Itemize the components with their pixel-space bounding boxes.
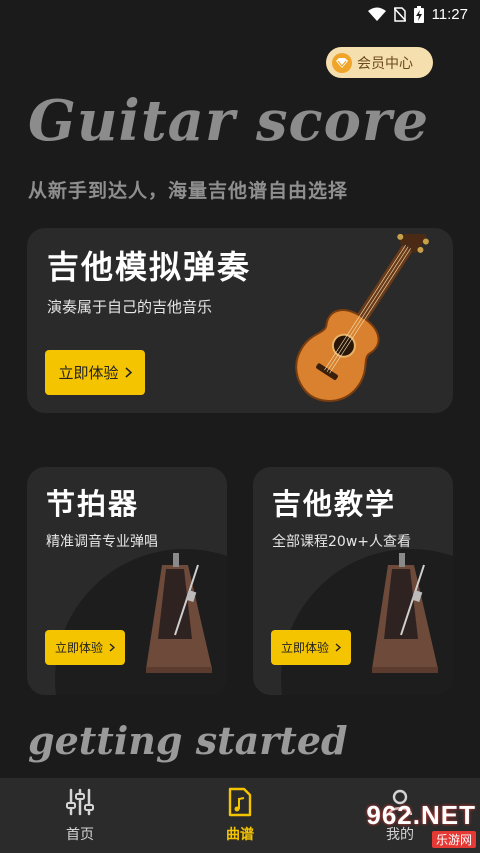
try-now-label: 立即体验 xyxy=(58,364,119,382)
status-bar: 11:27 xyxy=(0,0,480,28)
battery-charging-icon xyxy=(413,5,424,23)
sliders-icon xyxy=(65,787,95,821)
guitar-teaching-card[interactable]: 吉他教学 全部课程20w+人查看 立即体验 xyxy=(253,467,453,695)
watermark-sub: 乐游网 xyxy=(431,831,476,848)
tab-scores-label: 曲谱 xyxy=(226,827,254,843)
card-title: 吉他教学 xyxy=(272,487,397,521)
try-now-button[interactable]: 立即体验 xyxy=(45,350,145,395)
try-now-button[interactable]: 立即体验 xyxy=(271,630,351,665)
chevron-right-icon xyxy=(109,641,116,655)
try-now-label: 立即体验 xyxy=(54,641,103,655)
status-time: 11:27 xyxy=(431,5,468,23)
metronome-illustration xyxy=(146,553,212,673)
try-now-button[interactable]: 立即体验 xyxy=(45,630,125,665)
card-title: 节拍器 xyxy=(46,487,140,521)
music-file-icon xyxy=(227,787,253,821)
vip-center-label: 会员中心 xyxy=(357,55,413,72)
metronome-card[interactable]: 节拍器 精准调音专业弹唱 立即体验 xyxy=(27,467,227,695)
chevron-right-icon xyxy=(124,364,132,382)
metronome-illustration xyxy=(372,553,438,673)
hero-subtitle: 从新手到达人，海量吉他谱自由选择 xyxy=(28,180,349,202)
guitar-illustration xyxy=(295,234,429,402)
chevron-right-icon xyxy=(335,641,342,655)
tab-home[interactable]: 首页 xyxy=(0,778,160,853)
card-description: 精准调音专业弹唱 xyxy=(46,534,158,550)
try-now-label: 立即体验 xyxy=(280,641,329,655)
guitar-simulation-card[interactable]: 吉他模拟弹奏 演奏属于自己的吉他音乐 立即体验 xyxy=(27,228,453,413)
no-sim-icon xyxy=(393,6,406,22)
site-watermark: 962.NET 乐游网 xyxy=(340,800,476,848)
card-description: 全部课程20w+人查看 xyxy=(272,534,411,550)
tab-scores[interactable]: 曲谱 xyxy=(160,778,320,853)
diamond-icon xyxy=(332,52,352,73)
tab-home-label: 首页 xyxy=(66,827,94,843)
getting-started-title: getting started xyxy=(28,718,348,763)
wifi-icon xyxy=(367,7,386,21)
hero-title: Guitar score xyxy=(28,88,430,154)
card-description: 演奏属于自己的吉他音乐 xyxy=(47,298,213,316)
card-title: 吉他模拟弹奏 xyxy=(47,248,252,286)
vip-center-button[interactable]: 会员中心 xyxy=(326,47,433,78)
watermark-main: 962.NET xyxy=(366,800,476,830)
